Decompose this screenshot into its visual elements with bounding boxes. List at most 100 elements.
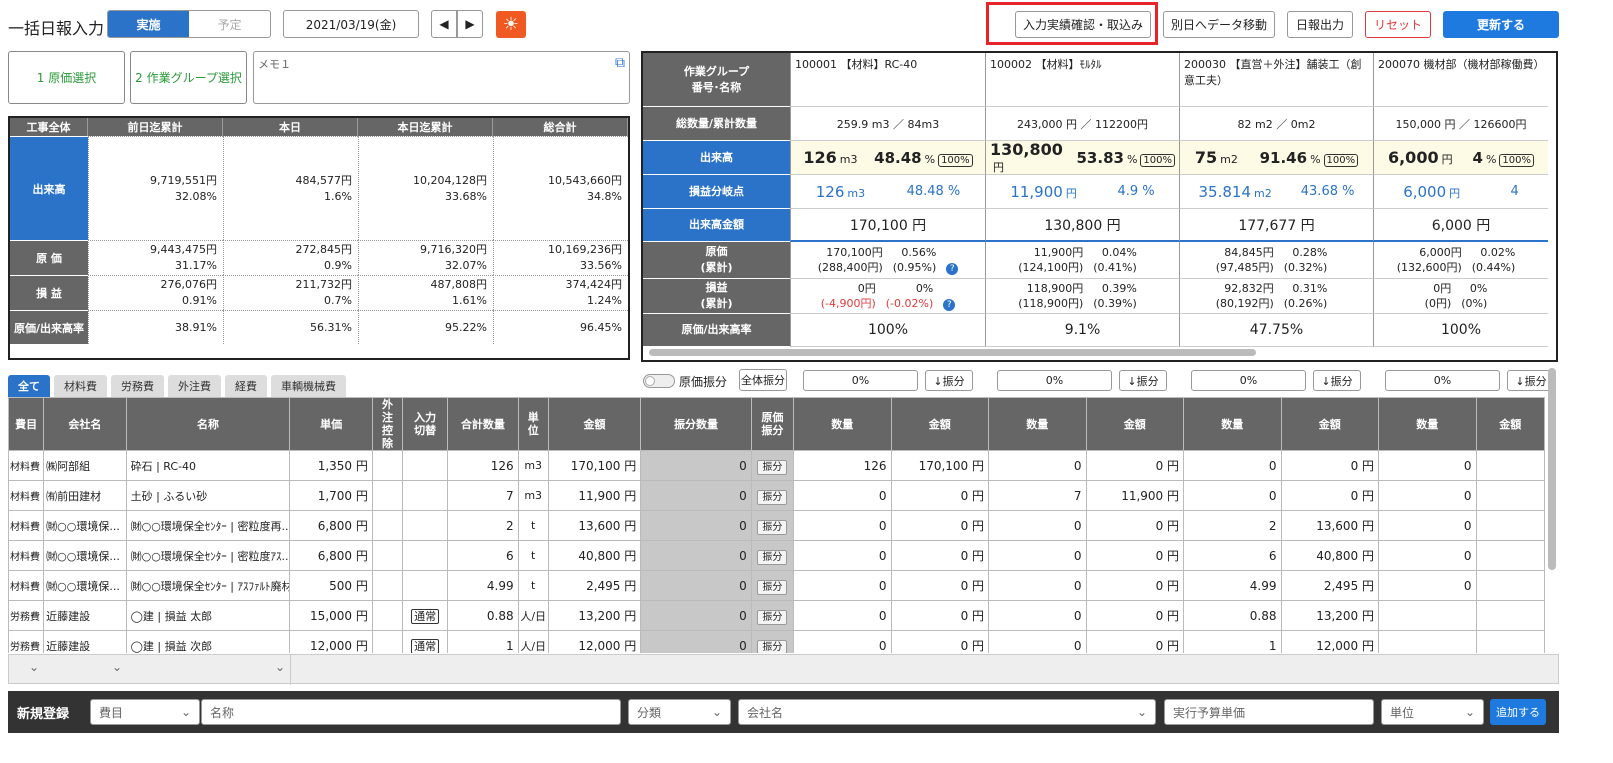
group-qty[interactable]: 0 [988, 600, 1087, 631]
group-qty[interactable]: 126 [793, 450, 892, 481]
vertical-scrollbar[interactable] [1548, 368, 1556, 570]
group-qty[interactable]: 0 [1378, 480, 1477, 511]
group-qty[interactable]: 7 [988, 480, 1087, 511]
group-qty[interactable]: 0 [1183, 480, 1282, 511]
alloc-pct-input[interactable]: 0% [997, 370, 1112, 391]
new-unit-select[interactable]: 単位 ⌄ [1381, 699, 1484, 725]
help-icon[interactable]: ? [943, 299, 956, 311]
group-qty[interactable]: 0 [1378, 570, 1477, 601]
new-price-input[interactable]: 実行予算単価 [1164, 699, 1374, 725]
cell-dist-qty[interactable]: 0 [640, 480, 752, 511]
memo-field[interactable]: メモ１ ⧉ [253, 51, 630, 104]
group-qty[interactable]: 0 [1378, 510, 1477, 541]
new-name-input[interactable]: 名称 [201, 699, 621, 725]
mode-toggle[interactable]: 実施 予定 [107, 10, 271, 38]
cost-select-button[interactable]: 1 原価選択 [8, 51, 125, 104]
filter-company-chevron-icon[interactable]: ⌄ [112, 660, 122, 674]
pct-100-button[interactable]: 100% [938, 153, 973, 167]
input-switch-select[interactable]: 通常 [411, 608, 440, 624]
alloc-button[interactable]: ↓振分 [925, 370, 973, 391]
col-header[interactable]: 名称 [125, 397, 291, 451]
alloc-button[interactable]: ↓振分 [1313, 370, 1361, 391]
group-qty[interactable]: 0 [988, 450, 1087, 481]
group-qty[interactable]: 2 [1183, 510, 1282, 541]
group-qty[interactable] [1378, 600, 1477, 631]
group-qty[interactable]: 0 [988, 510, 1087, 541]
tab-1[interactable]: 材料費 [54, 375, 107, 397]
col-header[interactable]: 入力 切替 [402, 397, 449, 451]
new-cat-select[interactable]: 費目 ⌄ [90, 699, 200, 725]
col-header[interactable]: 単位 [517, 397, 549, 451]
cell-dist-qty[interactable]: 0 [640, 630, 752, 653]
cost-alloc-toggle[interactable] [643, 374, 675, 388]
filter-name-chevron-icon[interactable]: ⌄ [275, 660, 285, 674]
group-qty[interactable]: 0 [793, 480, 892, 511]
alloc-row-button[interactable]: 振分 [757, 610, 788, 625]
help-icon[interactable]: ? [946, 263, 959, 275]
group-qty[interactable]: 0 [988, 630, 1087, 653]
group-qty[interactable]: 0 [793, 600, 892, 631]
group-qty[interactable]: 0 [1378, 540, 1477, 571]
alloc-row-button[interactable]: 振分 [757, 460, 788, 475]
group-qty[interactable]: 4.99 [1183, 570, 1282, 601]
group-select-button[interactable]: 2 作業グループ選択 [130, 51, 247, 104]
alloc-button[interactable]: ↓振分 [1119, 370, 1167, 391]
tab-4[interactable]: 経費 [225, 375, 267, 397]
filter-cat-chevron-icon[interactable]: ⌄ [29, 660, 39, 674]
tab-0[interactable]: 全て [8, 375, 50, 397]
weather-button[interactable]: ☀ [496, 11, 526, 38]
cell-dist-qty[interactable]: 0 [640, 600, 752, 631]
add-button[interactable]: 追加する [1490, 699, 1546, 725]
update-button[interactable]: 更新する [1443, 11, 1559, 38]
pct-100-button[interactable]: 100% [1140, 153, 1175, 167]
move-data-button[interactable]: 別日へデータ移動 [1163, 11, 1275, 38]
col-header[interactable]: 合計数量 [447, 397, 519, 451]
tab-3[interactable]: 外注費 [168, 375, 221, 397]
col-header[interactable]: 会社名 [43, 397, 127, 451]
alloc-row-button[interactable]: 振分 [757, 550, 788, 565]
alloc-row-button[interactable]: 振分 [757, 640, 788, 653]
new-class-select[interactable]: 分類 ⌄ [628, 699, 731, 725]
input-switch-select[interactable]: 通常 [411, 638, 440, 653]
horizontal-scrollbar[interactable] [649, 349, 1256, 356]
col-header[interactable]: 振分数量 [640, 397, 752, 451]
pct-100-button[interactable]: 100% [1323, 153, 1359, 167]
cell-dist-qty[interactable]: 0 [640, 450, 752, 481]
group-qty[interactable]: 0 [793, 540, 892, 571]
alloc-pct-input[interactable]: 0% [1385, 370, 1500, 391]
group-qty[interactable]: 0 [988, 570, 1087, 601]
confirm-import-button[interactable]: 入力実績確認・取込み [1015, 11, 1151, 38]
group-qty[interactable]: 6 [1183, 540, 1282, 571]
col-header[interactable]: 金額 [547, 397, 642, 451]
tab-2[interactable]: 労務費 [111, 375, 164, 397]
tab-5[interactable]: 車輌機械費 [271, 375, 346, 397]
report-output-button[interactable]: 日報出力 [1287, 11, 1353, 38]
mode-actual-button[interactable]: 実施 [108, 11, 189, 37]
alloc-row-button[interactable]: 振分 [757, 580, 788, 595]
group-qty[interactable] [1378, 630, 1477, 653]
prev-date-button[interactable]: ◀ [431, 10, 457, 38]
alloc-row-button[interactable]: 振分 [757, 490, 788, 505]
mode-plan-button[interactable]: 予定 [189, 11, 270, 37]
alloc-row-button[interactable]: 振分 [757, 520, 788, 535]
cell-dist-qty[interactable]: 0 [640, 570, 752, 601]
pct-100-button[interactable]: 100% [1499, 153, 1535, 167]
group-qty[interactable]: 0 [1183, 450, 1282, 481]
group-qty[interactable]: 0 [988, 540, 1087, 571]
col-header[interactable]: 費目 [8, 397, 45, 451]
cell-dist-qty[interactable]: 0 [640, 510, 752, 541]
col-header[interactable]: 原価 振分 [750, 397, 795, 451]
alloc-pct-input[interactable]: 0% [803, 370, 918, 391]
alloc-pct-input[interactable]: 0% [1191, 370, 1306, 391]
new-company-select[interactable]: 会社名 ⌄ [738, 699, 1156, 725]
date-field[interactable]: 2021/03/19(金) [283, 10, 419, 38]
group-qty[interactable]: 1 [1183, 630, 1282, 653]
col-header[interactable]: 単価 [289, 397, 373, 451]
next-date-button[interactable]: ▶ [457, 10, 483, 38]
group-qty[interactable]: 0 [793, 570, 892, 601]
cell-dist-qty[interactable]: 0 [640, 540, 752, 571]
reset-button[interactable]: リセット [1365, 11, 1431, 38]
all-alloc-button[interactable]: 全体振分 [739, 369, 787, 391]
group-qty[interactable]: 0 [793, 630, 892, 653]
group-qty[interactable]: 0.88 [1183, 600, 1282, 631]
